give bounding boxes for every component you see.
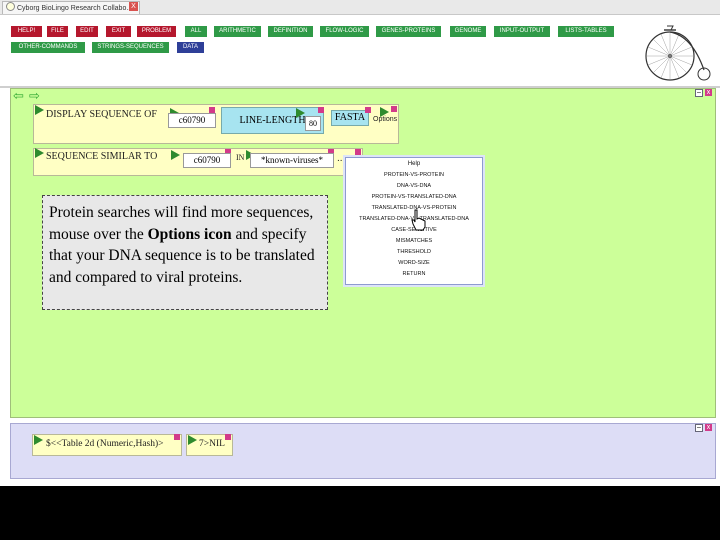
fasta-close-icon[interactable] [365,107,371,113]
browser-tab-bar: Cyborg BioLingo Research Collabo... X [0,0,720,15]
options-threshold-item[interactable]: THRESHOLD [346,249,482,255]
note-icon-bold: icon [204,225,232,243]
menu-strings-sequences-button[interactable]: STRINGS-SEQUENCES [92,42,169,53]
menu-edit-button[interactable]: EDIT [76,26,98,37]
sequence-similar-handle-icon[interactable] [35,148,44,158]
result-handle-icon[interactable] [188,435,197,445]
database-input[interactable]: *known-viruses* [250,153,334,168]
menu-definition-button[interactable]: DEFINITION [268,26,313,37]
result-handle-icon[interactable] [34,435,43,445]
favicon-icon [6,2,15,11]
options-handle-icon[interactable] [380,107,389,117]
sequence-arg-input[interactable]: c60790 [168,113,216,128]
display-options-button[interactable]: Options [373,116,397,123]
note-options-bold: Options [147,225,201,243]
tutorial-note: Protein searches will find more sequence… [42,195,328,310]
options-protein-vs-translated-dna-item[interactable]: PROTEIN-VS-TRANSLATED-DNA [346,194,482,200]
menu-other-commands-button[interactable]: OTHER-COMMANDS [11,42,85,53]
menu-arithmetic-button[interactable]: ARITHMETIC [214,26,261,37]
menu-data-button[interactable]: DATA [177,42,204,53]
result-prefix: $<< [46,439,62,449]
result-close-icon[interactable] [225,434,231,440]
menu-genes-proteins-button[interactable]: GENES-PROTEINS [376,26,441,37]
menu-flow-logic-button[interactable]: FLOW-LOGIC [320,26,369,37]
menu-input-output-button[interactable]: INPUT-OUTPUT [494,26,550,37]
display-box-close-icon[interactable] [391,106,397,112]
display-sequence-label: DISPLAY SEQUENCE OF [46,109,157,120]
similar-sequence-input[interactable]: c60790 [183,153,231,168]
line-length-handle-icon[interactable] [296,108,305,118]
forward-arrow-icon[interactable]: ⇨ [29,89,40,102]
options-help-item[interactable]: Help [346,161,482,167]
result-close-icon[interactable] [174,434,180,440]
result-label: Table 2d (Numeric,Hash)> [61,439,164,449]
line-length-value-input[interactable]: 80 [305,116,321,131]
result-text: $<<Table 2d (Numeric,Hash)> [46,439,164,449]
hand-cursor-icon [411,209,426,231]
result-prefix: 7> [199,439,210,449]
workspace-close-icon[interactable]: x [705,89,712,96]
back-arrow-icon[interactable]: ⇦ [13,89,24,102]
menu-help-button[interactable]: HELP! [11,26,42,37]
browser-window: Cyborg BioLingo Research Collabo... X HE… [0,0,720,486]
menu-file-button[interactable]: FILE [47,26,68,37]
menu-exit-button[interactable]: EXIT [106,26,131,37]
menu-genome-button[interactable]: GENOME [450,26,486,37]
display-sequence-handle-icon[interactable] [35,105,44,115]
browser-tab[interactable]: Cyborg BioLingo Research Collabo... [2,1,140,14]
similar-box-close-icon[interactable] [355,149,361,155]
menu-lists-tables-button[interactable]: LISTS-TABLES [558,26,614,37]
options-protein-vs-protein-item[interactable]: PROTEIN-VS-PROTEIN [346,172,482,178]
tab-close-icon[interactable]: X [129,2,138,11]
options-mismatches-item[interactable]: MISMATCHES [346,238,482,244]
menu-all-button[interactable]: ALL [185,26,207,37]
bicycle-logo-icon [645,25,711,81]
result-text: 7>NIL [199,439,225,449]
sequence-similar-label: SEQUENCE SIMILAR TO [46,151,158,162]
fasta-keyword[interactable]: FASTA [331,110,369,126]
result-label: NIL [209,439,225,449]
options-return-item[interactable]: RETURN [346,271,482,277]
similar-arg1-handle-icon[interactable] [171,150,180,160]
options-word-size-item[interactable]: WORD-SIZE [346,260,482,266]
options-dna-vs-dna-item[interactable]: DNA-VS-DNA [346,183,482,189]
tab-title: Cyborg BioLingo Research Collabo... [17,5,133,12]
results-close-icon[interactable]: x [705,424,712,431]
menu-problem-button[interactable]: PROBLEM [137,26,176,37]
line-length-close-icon[interactable] [318,107,324,113]
in-label: IN [236,153,245,162]
results-minimize-icon[interactable]: – [695,424,703,432]
workspace-minimize-icon[interactable]: – [695,89,703,97]
